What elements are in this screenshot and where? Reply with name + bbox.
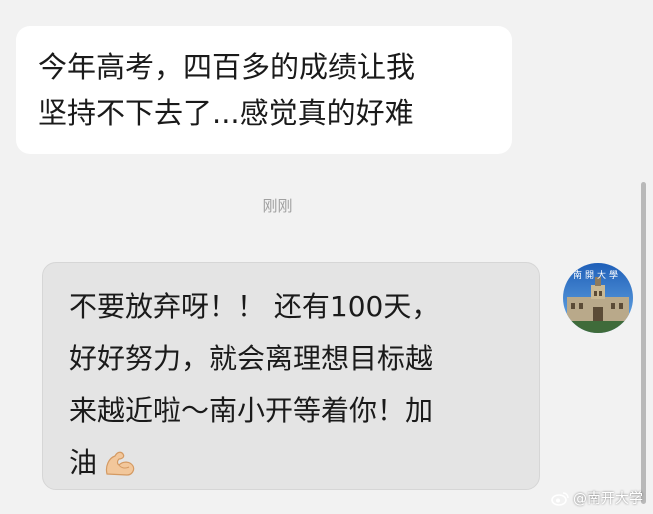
outgoing-message-bubble[interactable]: 不要放弃呀！！ 还有100天， 好好努力，就会离理想目标越 来越近啦～南小开等着… bbox=[42, 262, 540, 490]
weibo-icon bbox=[551, 491, 569, 506]
flexed-biceps-icon bbox=[103, 443, 137, 495]
message-timestamp: 刚刚 bbox=[262, 197, 293, 215]
watermark: @南开大学 bbox=[551, 488, 643, 508]
avatar[interactable]: 南開大學 bbox=[563, 263, 633, 333]
incoming-message-bubble[interactable]: 今年高考，四百多的成绩让我 坚持不下去了...感觉真的好难 bbox=[16, 26, 512, 154]
incoming-message-text: 今年高考，四百多的成绩让我 坚持不下去了...感觉真的好难 bbox=[38, 50, 416, 130]
watermark-text: @南开大学 bbox=[573, 491, 643, 507]
avatar-logo-text: 南開大學 bbox=[573, 271, 622, 281]
scrollbar[interactable] bbox=[641, 182, 646, 504]
